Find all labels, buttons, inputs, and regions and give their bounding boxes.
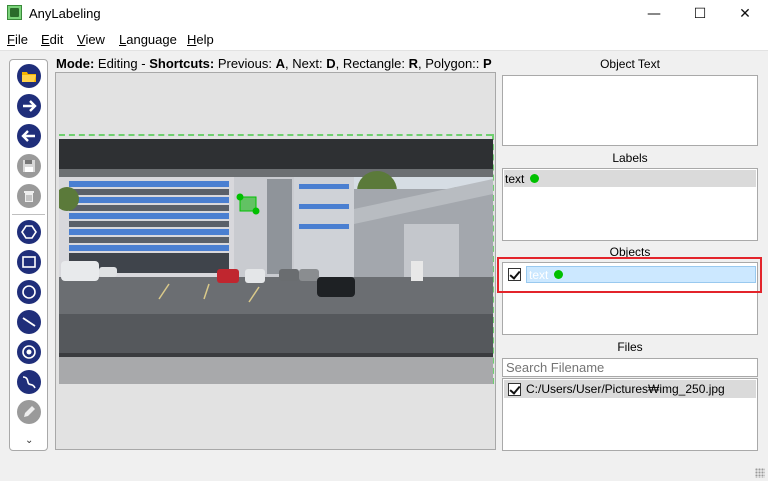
canvas-image-border <box>59 134 492 136</box>
object-text-box[interactable] <box>502 75 758 146</box>
shortcut-polygon-text: , Polygon:: <box>417 56 484 71</box>
shortcut-polygon-key: P <box>483 56 492 71</box>
object-text-title: Object Text <box>600 57 660 71</box>
status-bar <box>0 457 768 481</box>
create-line-button[interactable] <box>17 310 41 334</box>
previous-image-icon <box>21 130 35 142</box>
search-filename-input[interactable] <box>502 358 758 377</box>
mode-value: Editing - <box>94 56 150 71</box>
shortcut-rectangle-text: , Rectangle: <box>335 56 409 71</box>
create-circle-button[interactable] <box>17 280 41 304</box>
create-polygon-button[interactable] <box>17 220 41 244</box>
close-button[interactable]: ✕ <box>722 0 768 27</box>
file-checkbox[interactable] <box>508 382 521 396</box>
app-logo-icon <box>7 5 22 20</box>
menu-edit-mnemonic: E <box>41 32 50 47</box>
menu-view-label: iew <box>85 32 105 47</box>
label-item-name: text <box>505 171 525 186</box>
open-folder-button[interactable] <box>17 64 41 88</box>
toolbar-separator <box>12 214 45 215</box>
file-path: C:/Users/User/Pictures₩img_250.jpg <box>526 382 725 396</box>
menu-bar: File Edit View Language Help <box>0 27 768 51</box>
shortcuts-label: Shortcuts: <box>149 56 215 71</box>
next-image-icon <box>23 100 37 112</box>
shortcut-previous-key: A <box>275 56 286 71</box>
menu-view[interactable]: View <box>77 32 105 47</box>
mode-shortcuts-text: Mode: Editing - Shortcuts: Previous: A, … <box>56 56 496 71</box>
street-photo-image[interactable] <box>59 139 493 384</box>
resize-grip-icon[interactable] <box>755 468 765 478</box>
circle-icon <box>22 285 36 299</box>
shortcut-previous-text: Previous: <box>214 56 276 71</box>
street-photo-graphic <box>59 139 493 384</box>
chevron-down-icon[interactable]: ⌄ <box>25 435 33 446</box>
label-color-dot-icon <box>530 174 540 183</box>
mode-label: Mode: <box>56 56 95 71</box>
menu-file[interactable]: File <box>7 32 28 47</box>
files-list[interactable]: C:/Users/User/Pictures₩img_250.jpg <box>502 378 758 451</box>
labels-title: Labels <box>612 151 648 165</box>
delete-button[interactable] <box>17 184 41 208</box>
previous-image-button[interactable] <box>17 124 41 148</box>
next-image-button[interactable] <box>17 94 41 118</box>
file-item[interactable]: C:/Users/User/Pictures₩img_250.jpg <box>504 380 756 398</box>
menu-edit[interactable]: Edit <box>41 32 63 47</box>
minimize-button[interactable]: — <box>631 0 677 27</box>
rectangle-icon <box>22 256 36 268</box>
shortcut-rectangle-key: R <box>408 56 418 71</box>
menu-file-mnemonic: F <box>7 32 15 47</box>
label-item-text[interactable]: text <box>504 170 756 187</box>
window-title: AnyLabeling <box>29 6 101 21</box>
shortcut-next-key: D <box>326 56 336 71</box>
menu-file-label: ile <box>14 32 28 47</box>
save-icon <box>23 160 35 172</box>
maximize-button[interactable]: ☐ <box>677 0 723 27</box>
shortcut-next-text: , Next: <box>285 56 327 71</box>
tools-toolbar: ⌄ <box>9 59 48 451</box>
create-rectangle-button[interactable] <box>17 250 41 274</box>
title-bar: AnyLabeling — ☐ ✕ <box>0 0 768 27</box>
create-linestrip-button[interactable] <box>17 370 41 394</box>
menu-edit-label: dit <box>49 32 64 47</box>
selected-object-highlight <box>497 257 762 293</box>
edit-shape-button[interactable] <box>17 400 41 424</box>
create-point-button[interactable] <box>17 340 41 364</box>
labels-list[interactable]: text <box>502 168 758 241</box>
save-button[interactable] <box>17 154 41 178</box>
menu-help[interactable]: Help <box>187 32 214 47</box>
delete-icon <box>24 191 34 202</box>
menu-help-mnemonic: H <box>187 32 197 47</box>
files-title: Files <box>617 340 643 354</box>
open-folder-icon <box>22 72 36 82</box>
line-icon <box>22 317 36 327</box>
edit-pencil-icon <box>24 406 35 417</box>
image-canvas[interactable] <box>55 72 496 450</box>
menu-language[interactable]: Language <box>119 32 177 47</box>
linestrip-icon <box>22 376 36 389</box>
menu-language-label: anguage <box>126 32 177 47</box>
menu-help-label: elp <box>196 32 214 47</box>
point-icon <box>22 345 36 359</box>
polygon-icon <box>21 225 37 239</box>
